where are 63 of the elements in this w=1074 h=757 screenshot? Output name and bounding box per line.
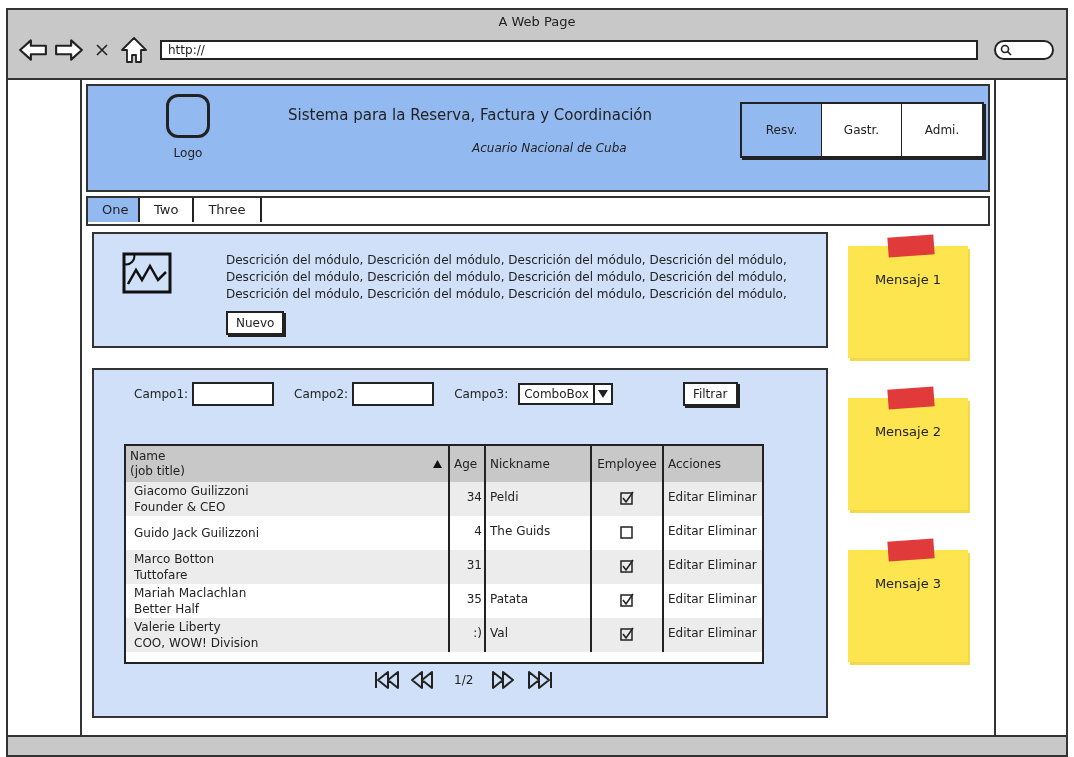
app-subtitle: Acuario Nacional de Cuba (472, 139, 628, 157)
previous-page-icon[interactable] (410, 670, 436, 690)
checkbox[interactable] (620, 627, 634, 641)
action-link[interactable]: Eliminar (707, 624, 757, 652)
filter-button[interactable]: Filtrar (682, 382, 738, 406)
search-icon (1000, 43, 1012, 56)
last-page-icon[interactable] (527, 670, 554, 690)
table-cell: Patata (490, 592, 529, 606)
search-field[interactable] (994, 39, 1054, 60)
combo-box[interactable]: ComboBox (518, 383, 613, 405)
tab[interactable]: One (88, 198, 140, 222)
action-link[interactable]: Eliminar (707, 488, 757, 516)
note-label: Mensaje 1 (874, 271, 942, 289)
nav-tab[interactable]: Admi. (902, 104, 982, 156)
table-cell: The Guids (490, 524, 551, 538)
checkbox[interactable] (620, 593, 634, 607)
nav-tab[interactable]: Gastr. (822, 104, 902, 156)
window-title: A Web Page (498, 13, 576, 31)
table-cell: Valerie Liberty COO, WOW! Division (126, 618, 450, 652)
sort-icon (433, 460, 442, 468)
action-link[interactable]: Editar (668, 590, 704, 618)
logo-icon (166, 94, 210, 138)
note-label: Mensaje 2 (874, 423, 942, 441)
checkbox[interactable] (620, 491, 634, 505)
table-cell: 31 (466, 558, 482, 572)
forward-icon[interactable] (54, 36, 84, 63)
app-title: Sistema para la Reserva, Factura y Coordinación (288, 105, 653, 126)
first-page-icon[interactable] (374, 670, 400, 690)
table-cell: Peldi (490, 490, 519, 504)
column-header[interactable]: Acciones (664, 446, 762, 482)
page-indicator: 1/2 (454, 672, 474, 689)
note-label: Mensaje 3 (874, 575, 942, 593)
table-cell: :) (473, 626, 482, 640)
table-cell: 34 (466, 490, 482, 504)
action-link[interactable]: Eliminar (707, 556, 757, 584)
close-icon[interactable] (94, 41, 110, 58)
input-field[interactable] (192, 382, 275, 406)
dropdown-icon (592, 385, 611, 403)
home-icon[interactable] (120, 35, 148, 64)
action-link[interactable]: Eliminar (707, 590, 757, 618)
checkbox[interactable] (620, 559, 634, 573)
checkbox[interactable] (620, 525, 634, 539)
field-label: Campo2: (294, 386, 349, 403)
table-cell: 4 (474, 524, 482, 538)
action-link[interactable]: Eliminar (707, 522, 757, 550)
field-label: Campo3: (454, 386, 509, 403)
module-description: Descrición del módulo, Descrición del módulo, Descrición del módulo, Descrición del módulo, Descrición del módulo, Descrición del módulo, Descrición del módulo, Descrición del módulo, Descrición del módulo, Descrición del módulo, Descrición del módulo, Descrición del módulo, (226, 252, 787, 303)
action-link[interactable]: Editar (668, 556, 704, 584)
action-link[interactable]: Editar (668, 522, 704, 550)
back-icon[interactable] (18, 36, 48, 63)
image-icon (122, 252, 172, 294)
table-cell: 35 (466, 592, 482, 606)
new-button[interactable]: Nuevo (226, 311, 285, 335)
table-cell: Val (490, 626, 508, 640)
input-field[interactable] (352, 382, 435, 406)
field-label: Campo1: (134, 386, 189, 403)
action-link[interactable]: Editar (668, 488, 704, 516)
tape (887, 234, 935, 258)
action-link[interactable]: Editar (668, 624, 704, 652)
tape (887, 386, 935, 410)
tape (887, 538, 935, 562)
logo-label: Logo (173, 145, 203, 162)
url-field[interactable]: http:// (160, 39, 978, 60)
